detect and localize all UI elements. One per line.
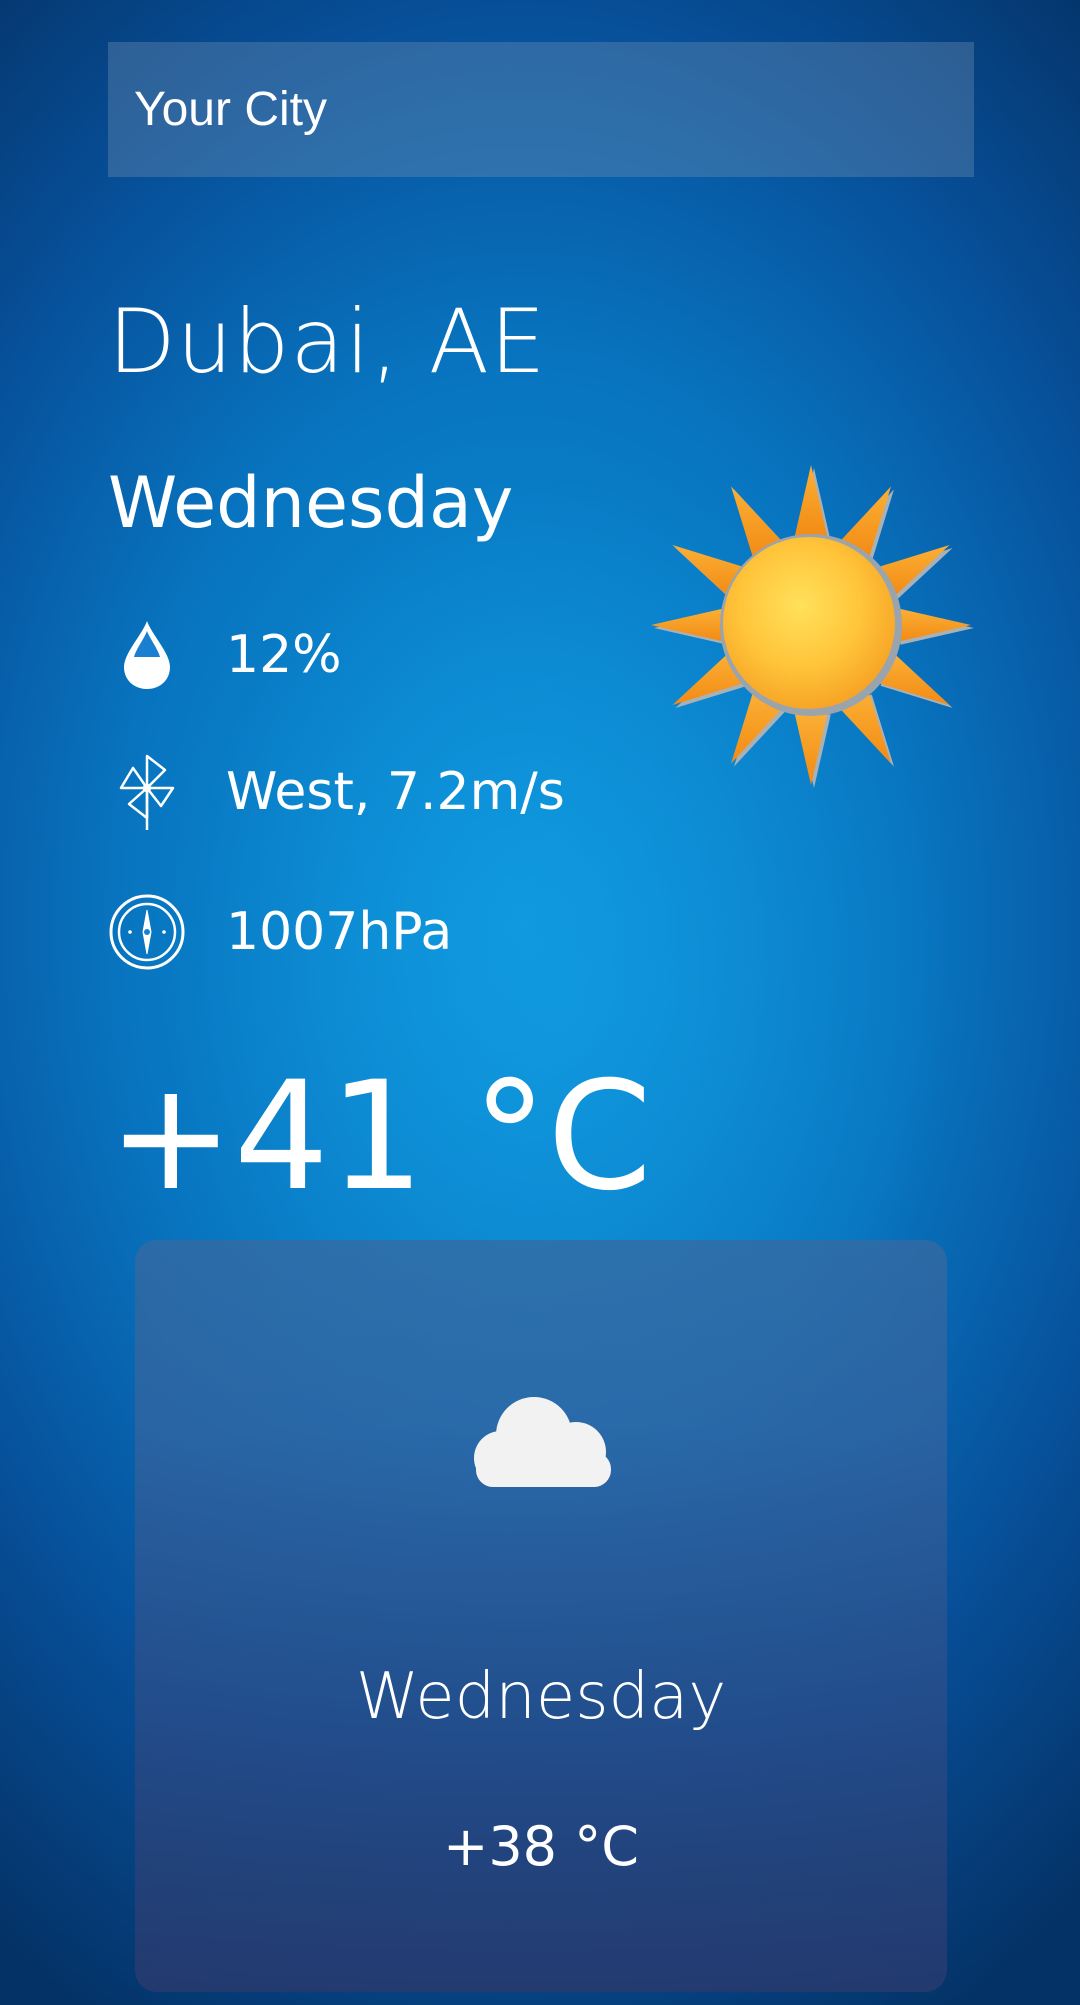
city-name: Dubai, AE [108, 290, 547, 393]
pressure-row: 1007hPa [108, 892, 452, 972]
barometer-icon [108, 892, 186, 972]
forecast-card[interactable]: Wednesday +38 °C [135, 1240, 947, 1992]
city-search-input[interactable] [108, 42, 974, 177]
sun-icon [648, 462, 974, 788]
cloud-icon [466, 1390, 621, 1490]
forecast-day: Wednesday [355, 1660, 727, 1734]
wind-row: West, 7.2m/s [108, 752, 565, 832]
humidity-value: 12% [226, 625, 342, 685]
wind-value: West, 7.2m/s [226, 762, 565, 822]
current-temperature: +41 °C [108, 1050, 652, 1224]
forecast-temperature: +38 °C [443, 1815, 639, 1878]
water-drop-icon [108, 615, 186, 695]
pinwheel-icon [108, 752, 186, 832]
sun-ray [651, 608, 725, 642]
sun-ray [794, 465, 828, 539]
pressure-value: 1007hPa [226, 902, 453, 962]
humidity-row: 12% [108, 615, 342, 695]
current-day: Wednesday [108, 462, 514, 544]
